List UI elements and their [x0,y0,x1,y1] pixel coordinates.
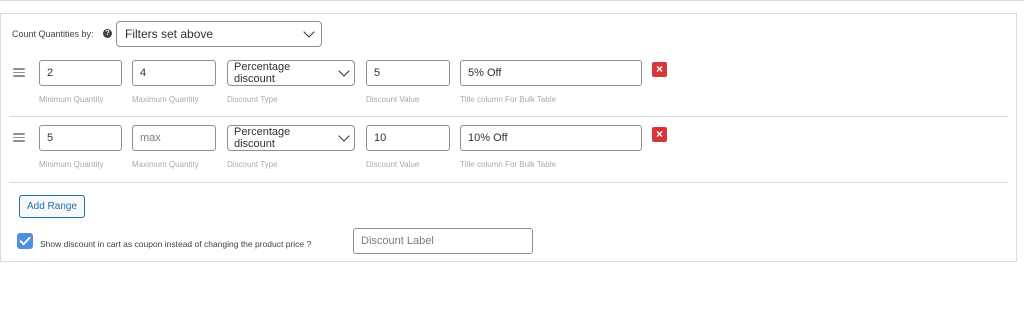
max-quantity-input[interactable]: max [132,125,216,151]
discount-type-label: Discount Type [227,95,278,104]
count-quantities-select[interactable]: Filters set above [116,21,322,47]
coupon-checkbox[interactable] [17,233,33,249]
bulk-title-label: Title column For Bulk Table [460,160,557,169]
max-quantity-label: Maximum Quantity [132,160,199,169]
discount-label-placeholder: Discount Label [361,235,434,247]
bulk-title-input[interactable]: 5% Off [460,60,642,86]
question-circle-icon[interactable]: ? [103,29,112,38]
count-quantities-selected: Filters set above [125,27,214,41]
bulk-title-label: Title column For Bulk Table [460,95,557,104]
close-icon[interactable]: × [652,62,667,77]
discount-label-input[interactable]: Discount Label [353,228,533,254]
drag-handle-icon[interactable] [13,133,25,142]
discount-value-value: 5 [374,67,381,79]
min-quantity-input[interactable]: 2 [39,60,122,86]
bulk-title-value: 10% Off [468,132,508,144]
count-quantities-label: Count Quantities by: [12,29,94,39]
chevron-down-icon [338,65,350,77]
checkmark-icon [19,236,31,246]
coupon-checkbox-label: Show discount in cart as coupon instead … [40,239,312,249]
max-quantity-label: Maximum Quantity [132,95,199,104]
range-divider [9,182,1008,183]
add-range-button[interactable]: Add Range [19,195,85,218]
max-quantity-input[interactable]: 4 [132,60,216,86]
discount-type-select[interactable]: Percentage discount [227,60,355,86]
min-quantity-input[interactable]: 5 [39,125,122,151]
discount-type-label: Discount Type [227,160,278,169]
discount-value-label: Discount Value [366,160,420,169]
chevron-down-icon [338,130,350,142]
max-quantity-placeholder: max [140,132,161,144]
discount-type-select[interactable]: Percentage discount [227,125,355,151]
range-divider [9,116,1008,117]
discount-type-selected: Percentage discount [234,126,291,150]
chevron-down-icon [303,26,315,38]
min-quantity-value: 2 [47,67,54,79]
bulk-title-value: 5% Off [468,67,502,79]
discount-value-label: Discount Value [366,95,420,104]
top-divider [0,0,1024,1]
max-quantity-value: 4 [140,67,147,79]
min-quantity-value: 5 [47,132,54,144]
discount-value-input[interactable]: 10 [366,125,450,151]
discount-type-selected: Percentage discount [234,61,291,85]
discount-value-value: 10 [374,132,387,144]
discount-value-input[interactable]: 5 [366,60,450,86]
close-icon[interactable]: × [652,127,667,142]
min-quantity-label: Minimum Quantity [39,160,104,169]
drag-handle-icon[interactable] [13,68,25,77]
min-quantity-label: Minimum Quantity [39,95,104,104]
bulk-title-input[interactable]: 10% Off [460,125,642,151]
